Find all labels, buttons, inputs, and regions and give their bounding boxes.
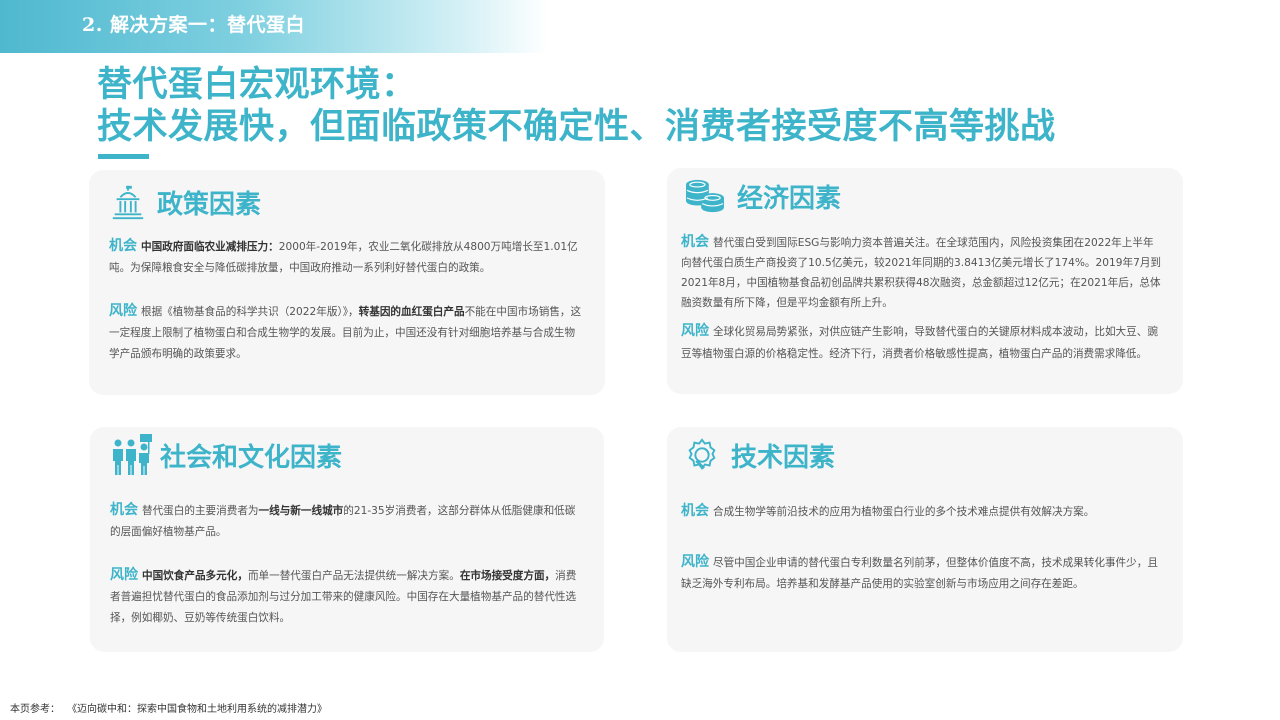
technology-opportunity: 机会 合成生物学等前沿技术的应用为植物蛋白行业的多个技术难点提供有效解决方案。 [681, 501, 1161, 523]
technology-risk-text: 尽管中国企业申请的替代蛋白专利数量名列前茅，但整体价值度不高，技术成果转化事件少… [681, 557, 1158, 590]
reference-label: 本页参考： [10, 704, 60, 715]
economy-risk: 风险 全球化贸易局势紧张，对供应链产生影响，导致替代蛋白的关键原材料成本波动，比如… [681, 320, 1163, 365]
policy-card-header: 政策因素 [109, 180, 261, 224]
opportunity-tag: 机会 [110, 502, 138, 518]
policy-card-title: 政策因素 [157, 189, 262, 220]
technology-risk: 风险 尽管中国企业申请的替代蛋白专利数量名列前茅，但整体价值度不高，技术成果转化事… [681, 552, 1161, 595]
coins-icon [686, 179, 724, 213]
society-card-header: 社会和文化因素 [110, 433, 342, 477]
people-group-icon [113, 434, 152, 475]
policy-risk-lead: 转基因的血红蛋白产品 [358, 306, 465, 318]
risk-tag: 风险 [681, 323, 709, 339]
page-title-line2: 技术发展快，但面临政策不确定性、消费者接受度不高等挑战 [97, 106, 1056, 147]
government-building-icon [112, 185, 144, 220]
opportunity-tag: 机会 [681, 503, 709, 519]
society-opportunity: 机会 替代蛋白的主要消费者为一线与新一线城市的21-35岁消费者，这部分群体从低脂… [110, 500, 582, 543]
risk-tag: 风险 [110, 567, 138, 583]
technology-card: 技术因素 机会 合成生物学等前沿技术的应用为植物蛋白行业的多个技术难点提供有效解决… [667, 427, 1183, 652]
section-label: 2. 解决方案一：替代蛋白 [82, 14, 305, 36]
technology-card-header: 技术因素 [683, 433, 835, 477]
title-underline [98, 154, 149, 159]
society-risk-lead2: 在市场接受度方面， [459, 570, 556, 582]
reference-source: 《迈向碳中和：探索中国食物和土地利用系统的减排潜力》 [72, 704, 327, 715]
economy-opportunity: 机会 替代蛋白受到国际ESG与影响力资本普遍关注。在全球范围内，风险投资集团在20… [681, 232, 1163, 313]
society-card: 社会和文化因素 机会 替代蛋白的主要消费者为一线与新一线城市的21-35岁消费者，… [90, 427, 604, 652]
page-title: 替代蛋白宏观环境： 技术发展快，但面临政策不确定性、消费者接受度不高等挑战 [97, 64, 1056, 148]
opportunity-tag: 机会 [681, 234, 709, 250]
gear-tech-icon [688, 438, 716, 470]
risk-tag: 风险 [109, 303, 137, 319]
society-risk-lead: 中国饮食产品多元化， [142, 570, 248, 582]
opportunity-tag: 机会 [109, 238, 137, 254]
page-title-line1: 替代蛋白宏观环境： [97, 64, 417, 105]
risk-tag: 风险 [681, 554, 709, 570]
economy-card: 经济因素 机会 替代蛋白受到国际ESG与影响力资本普遍关注。在全球范围内，风险投资… [667, 168, 1183, 394]
policy-opportunity-lead: 中国政府面临农业减排压力： [141, 241, 279, 253]
economy-card-title: 经济因素 [737, 183, 842, 214]
economy-card-header: 经济因素 [683, 174, 841, 218]
policy-risk: 风险 根据《植物基食品的科学共识（2022年版）》，转基因的血红蛋白产品不能在中国… [109, 301, 583, 365]
society-card-title: 社会和文化因素 [160, 442, 343, 473]
society-opportunity-lead: 一线与新一线城市 [258, 505, 344, 517]
society-risk: 风险 中国饮食产品多元化，而单一替代蛋白产品无法提供统一解决方案。在市场接受度方面… [110, 565, 582, 629]
policy-opportunity: 机会 中国政府面临农业减排压力：2000年-2019年，农业二氧化碳排放从4800… [109, 236, 583, 279]
policy-card: 政策因素 机会 中国政府面临农业减排压力：2000年-2019年，农业二氧化碳排放… [89, 170, 605, 395]
technology-card-title: 技术因素 [731, 442, 836, 473]
reference-footnote: 本页参考： 《迈向碳中和：探索中国食物和土地利用系统的减排潜力》 [10, 700, 339, 715]
society-opportunity-pre: 替代蛋白的主要消费者为 [142, 505, 259, 517]
policy-risk-pre: 根据《植物基食品的科学共识（2022年版）》， [141, 306, 359, 318]
technology-opportunity-text: 合成生物学等前沿技术的应用为植物蛋白行业的多个技术难点提供有效解决方案。 [713, 506, 1095, 518]
economy-risk-text: 全球化贸易局势紧张，对供应链产生影响，导致替代蛋白的关键原材料成本波动，比如大豆… [681, 326, 1158, 360]
society-risk-text: 而单一替代蛋白产品无法提供统一解决方案。 [247, 570, 460, 582]
economy-opportunity-text: 替代蛋白受到国际ESG与影响力资本普遍关注。在全球范围内，风险投资集团在2022… [681, 237, 1162, 309]
